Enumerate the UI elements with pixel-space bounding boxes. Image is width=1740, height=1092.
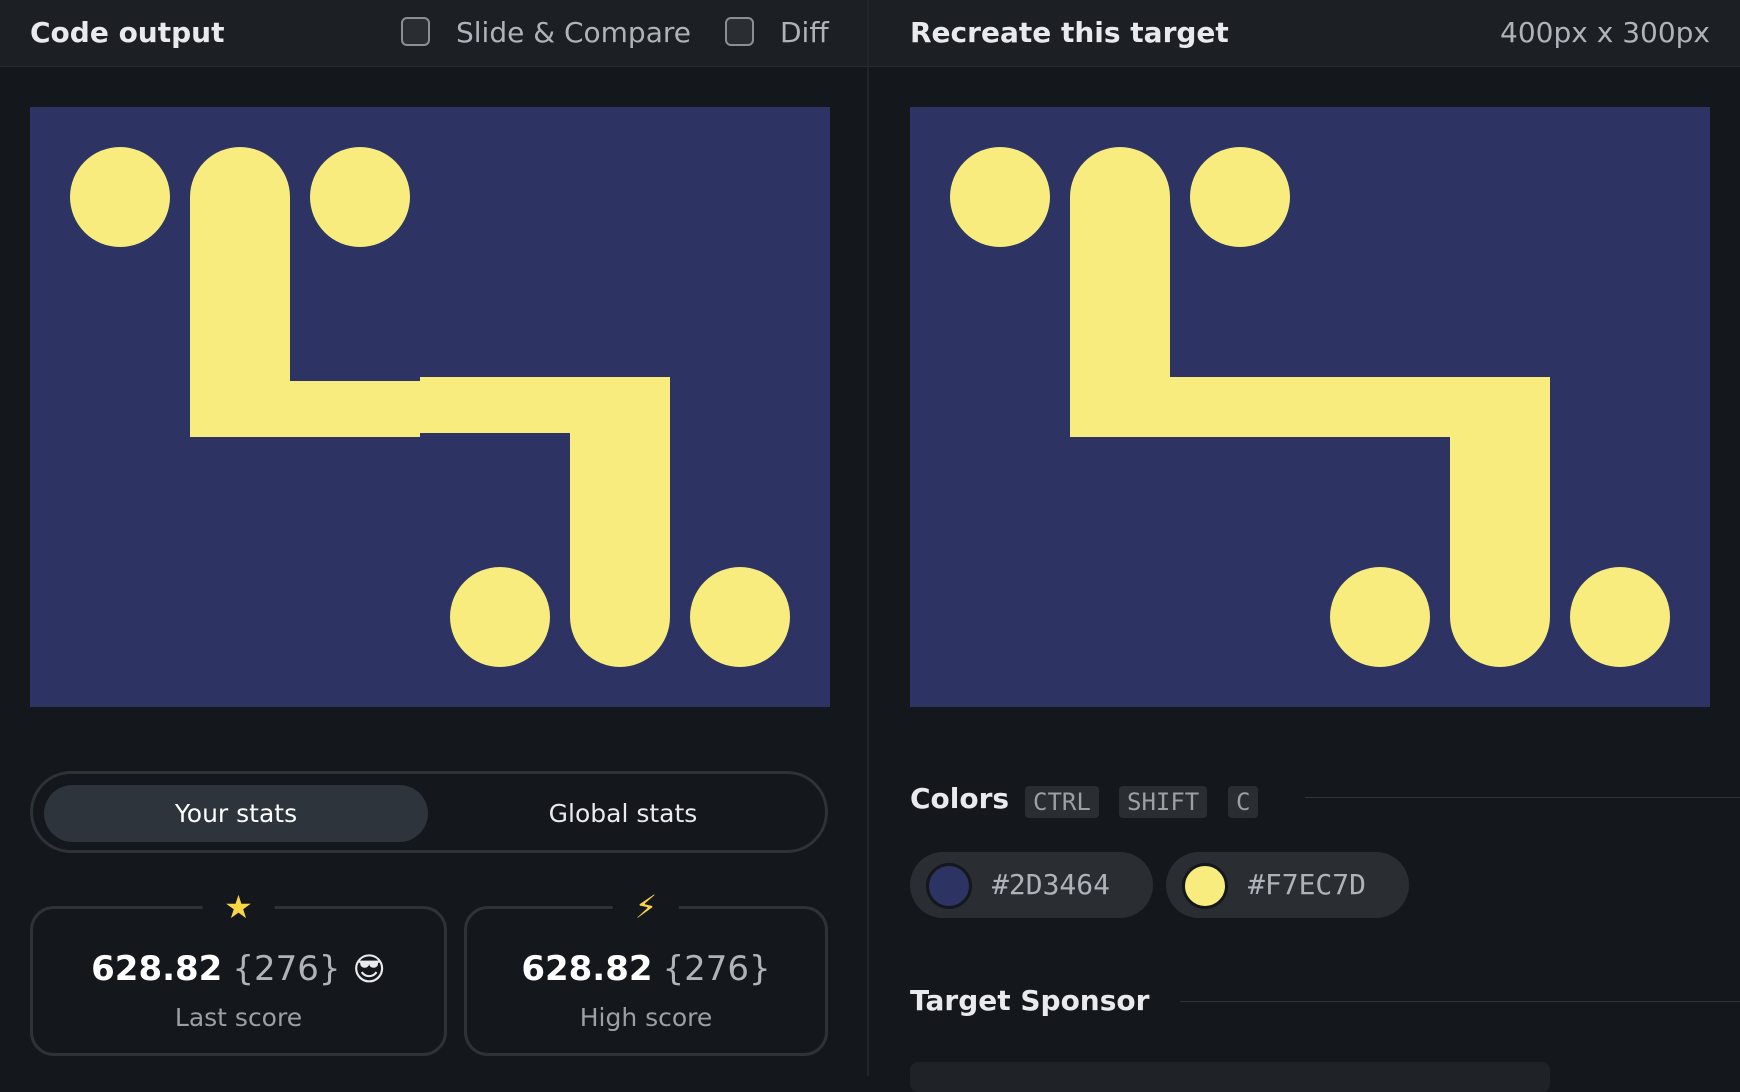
slide-compare-label[interactable]: Slide & Compare xyxy=(456,0,691,66)
kbd-c: C xyxy=(1228,786,1259,818)
kbd-ctrl: CTRL xyxy=(1025,786,1099,818)
output-right-bar xyxy=(570,377,670,667)
output-circle xyxy=(310,147,410,247)
color-hex-yellow: #F7EC7D xyxy=(1248,868,1367,901)
high-score-value: 628.82 xyxy=(521,949,653,989)
high-score-card: ⚡ 628.82 {276} High score xyxy=(464,887,828,1056)
color-hex-navy: #2D3464 xyxy=(992,868,1111,901)
diff-label[interactable]: Diff xyxy=(780,0,829,66)
diff-checkbox[interactable] xyxy=(725,17,754,46)
lightning-icon: ⚡ xyxy=(612,887,680,927)
target-panel: Recreate this target 400px x 300px Color… xyxy=(869,0,1740,1092)
target-header: Recreate this target 400px x 300px xyxy=(869,0,1740,67)
target-circle xyxy=(950,147,1050,247)
tab-your-stats[interactable]: Your stats xyxy=(44,785,428,842)
color-swatch-yellow[interactable]: #F7EC7D xyxy=(1166,852,1409,918)
target-circle xyxy=(1330,567,1430,667)
last-score-count: {276} xyxy=(232,949,341,989)
output-circle xyxy=(690,567,790,667)
last-score-value: 628.82 xyxy=(91,949,223,989)
sponsor-box xyxy=(910,1062,1550,1092)
target-render xyxy=(910,107,1710,707)
target-dimensions: 400px x 300px xyxy=(1500,16,1710,49)
colors-divider xyxy=(1305,797,1740,798)
target-circle xyxy=(1570,567,1670,667)
output-render xyxy=(30,107,830,707)
target-canvas[interactable] xyxy=(910,107,1710,707)
sunglasses-emoji-icon: 😎 xyxy=(352,950,386,988)
color-swatch-navy[interactable]: #2D3464 xyxy=(910,852,1153,918)
sponsor-divider xyxy=(1180,1001,1740,1002)
target-circle xyxy=(1190,147,1290,247)
star-icon: ★ xyxy=(202,887,275,927)
colors-title: Colors xyxy=(910,782,1010,815)
code-output-title: Code output xyxy=(30,16,225,49)
tab-global-stats[interactable]: Global stats xyxy=(431,785,815,842)
high-score-line: 628.82 {276} xyxy=(467,947,825,991)
code-output-canvas[interactable] xyxy=(30,107,830,707)
high-score-label: High score xyxy=(579,1003,713,1032)
stats-toggle: Your stats Global stats xyxy=(30,771,828,853)
output-circle xyxy=(70,147,170,247)
code-output-panel: Code output Slide & Compare Diff Your st… xyxy=(0,0,867,1076)
color-dot-yellow xyxy=(1182,863,1228,909)
output-left-horizontal xyxy=(190,381,420,437)
output-left-bar xyxy=(190,147,290,381)
kbd-shift: SHIFT xyxy=(1119,786,1208,818)
last-score-card: ★ 628.82 {276} 😎 Last score xyxy=(30,887,447,1056)
output-circle xyxy=(450,567,550,667)
color-dot-navy xyxy=(926,863,972,909)
target-sponsor-title: Target Sponsor xyxy=(910,984,1150,1017)
code-output-header: Code output Slide & Compare Diff xyxy=(0,0,867,67)
last-score-line: 628.82 {276} 😎 xyxy=(33,947,444,991)
high-score-count: {276} xyxy=(662,949,771,989)
last-score-label: Last score xyxy=(174,1003,303,1032)
slide-compare-checkbox[interactable] xyxy=(401,17,430,46)
target-title: Recreate this target xyxy=(910,16,1229,49)
